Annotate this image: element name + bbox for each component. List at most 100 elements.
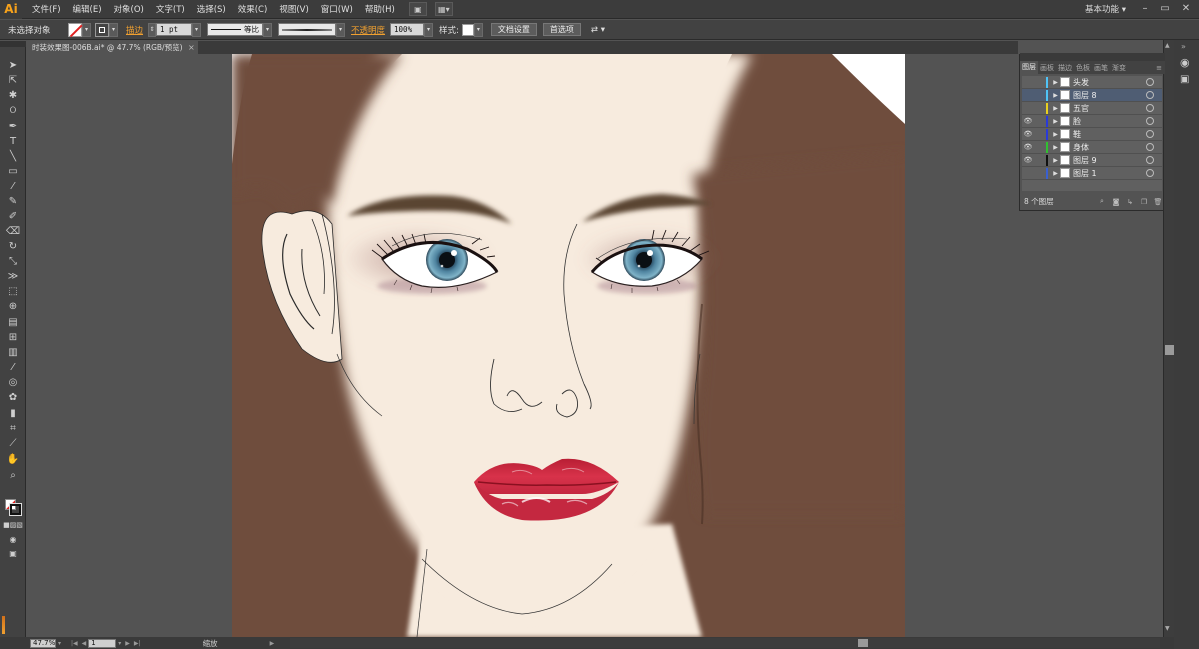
menu-item[interactable]: 窗口(W) (315, 3, 359, 15)
layer-row[interactable]: ▶ 头发 (1022, 76, 1162, 89)
fill-dropdown[interactable]: ▾ (82, 22, 91, 37)
next-artboard-icon[interactable]: ▶ (123, 640, 132, 647)
stroke-weight-stepper[interactable]: ⇕ (148, 22, 157, 37)
width-tool-icon[interactable]: ≫ (5, 270, 21, 283)
status-menu-icon[interactable]: ▶ (268, 640, 277, 647)
shape-builder-tool-icon[interactable]: ⊕ (5, 300, 21, 313)
document-tab[interactable]: 时装效果图-006B.ai* @ 47.7% (RGB/预览) × (26, 41, 198, 54)
arrange-documents-icon[interactable]: ▦▾ (434, 2, 453, 16)
stroke-color-box[interactable] (9, 503, 22, 516)
maximize-icon[interactable]: ▭ (1156, 2, 1174, 16)
layer-row[interactable]: 👁 ▶ 脸 (1022, 115, 1162, 128)
layer-row[interactable]: ▶ 图层 8 (1022, 89, 1162, 102)
expand-triangle-icon[interactable]: ▶ (1051, 157, 1060, 164)
layers-panel-header[interactable] (1020, 53, 1165, 61)
eraser-tool-icon[interactable]: ⌫ (5, 225, 21, 238)
stroke-weight-field[interactable]: 1 pt (156, 23, 193, 36)
menu-item[interactable]: 视图(V) (273, 3, 314, 15)
stroke-weight-dropdown[interactable]: ▾ (192, 22, 202, 37)
visibility-eye-icon[interactable]: 👁 (1022, 143, 1034, 151)
expand-triangle-icon[interactable]: ▶ (1051, 105, 1060, 112)
stroke-label[interactable]: 描边 (126, 24, 143, 36)
menu-item[interactable]: 效果(C) (232, 3, 274, 15)
pencil-tool-icon[interactable]: ✎ (5, 195, 21, 208)
artboard-dropdown-icon[interactable]: ▾ (116, 640, 123, 647)
lasso-tool-icon[interactable]: ଠ (5, 104, 21, 117)
opacity-dropdown[interactable]: ▾ (424, 22, 434, 37)
delete-layer-icon[interactable]: 🗑 (1151, 198, 1165, 206)
layer-name[interactable]: 身体 (1073, 142, 1146, 153)
workspace-switcher[interactable]: 基本功能 ▾ (1085, 3, 1126, 15)
blend-tool-icon[interactable]: ◎ (5, 376, 21, 389)
eyedropper-tool-icon[interactable]: ⁄ (5, 361, 21, 374)
mesh-tool-icon[interactable]: ⊞ (5, 331, 21, 344)
expand-triangle-icon[interactable]: ▶ (1051, 118, 1060, 125)
direct-selection-tool-icon[interactable]: ⇱ (5, 74, 21, 87)
paintbrush-tool-icon[interactable]: ⁄ (5, 180, 21, 193)
panel-tab[interactable]: 渐变 (1110, 63, 1128, 73)
preferences-button[interactable]: 首选项 (542, 23, 581, 36)
stroke-profile-field[interactable]: 等比 (207, 23, 264, 36)
rotate-tool-icon[interactable]: ↻ (5, 240, 21, 253)
target-circle-icon[interactable] (1146, 130, 1154, 138)
pen-tool-icon[interactable]: ✒ (5, 120, 21, 133)
locate-object-icon[interactable]: ⌕ (1095, 197, 1109, 206)
last-artboard-icon[interactable]: ▶| (132, 640, 143, 647)
visibility-eye-icon[interactable]: 👁 (1022, 156, 1034, 164)
vertical-scroll-thumb[interactable] (1165, 345, 1174, 355)
style-swatch[interactable] (461, 23, 474, 36)
draw-mode-icon[interactable]: ◉ (5, 533, 21, 546)
document-close-icon[interactable]: × (188, 41, 195, 54)
menu-item[interactable]: 文件(F) (26, 3, 67, 15)
stroke-dropdown[interactable]: ▾ (109, 22, 118, 37)
scroll-down-icon[interactable]: ▼ (1165, 625, 1170, 632)
document-setup-button[interactable]: 文档设置 (490, 23, 537, 36)
pasteboard[interactable] (26, 54, 1018, 637)
menu-item[interactable]: 编辑(E) (67, 3, 108, 15)
layer-row[interactable]: ▶ 五官 (1022, 102, 1162, 115)
visibility-eye-icon[interactable]: 👁 (1022, 117, 1034, 125)
layer-name[interactable]: 鞋 (1073, 129, 1146, 140)
zoom-dropdown-icon[interactable]: ▾ (56, 640, 63, 647)
target-circle-icon[interactable] (1146, 117, 1154, 125)
layer-name[interactable]: 脸 (1073, 116, 1146, 127)
fill-swatch[interactable] (68, 22, 82, 37)
target-circle-icon[interactable] (1146, 143, 1154, 151)
panel-tab[interactable]: 画笔 (1092, 63, 1110, 73)
minimize-icon[interactable]: – (1136, 2, 1154, 16)
layer-name[interactable]: 图层 8 (1073, 90, 1146, 101)
screen-mode-icon[interactable]: ▣ (5, 547, 21, 560)
color-mode-icons[interactable]: ■▨▧ (3, 518, 23, 531)
rectangle-tool-icon[interactable]: ▭ (5, 165, 21, 178)
menu-item[interactable]: 文字(T) (150, 3, 191, 15)
panel-tab[interactable]: 色板 (1074, 63, 1092, 73)
opacity-label[interactable]: 不透明度 (351, 24, 385, 36)
stroke-swatch[interactable] (95, 22, 109, 37)
line-tool-icon[interactable]: ╲ (5, 150, 21, 163)
menu-item[interactable]: 对象(O) (108, 3, 150, 15)
selection-tool-icon[interactable]: ➤ (5, 59, 21, 72)
bridge-icon[interactable]: ▣ (408, 2, 427, 16)
vertical-scrollbar[interactable]: ▲ ▼ (1163, 40, 1174, 637)
panel-tab[interactable]: 画板 (1038, 63, 1056, 73)
slice-tool-icon[interactable]: ⟋ (5, 437, 21, 450)
menu-item[interactable]: 帮助(H) (359, 3, 401, 15)
target-circle-icon[interactable] (1146, 91, 1154, 99)
target-circle-icon[interactable] (1146, 156, 1154, 164)
brush-definition-dropdown[interactable]: ▾ (336, 22, 346, 37)
layer-row[interactable]: ▶ 图层 1 (1022, 167, 1162, 180)
artboard-tool-icon[interactable]: ⌗ (5, 422, 21, 435)
horizontal-scrollbar[interactable] (290, 638, 1160, 648)
type-tool-icon[interactable]: T (5, 135, 21, 148)
expand-triangle-icon[interactable]: ▶ (1051, 170, 1060, 177)
expand-triangle-icon[interactable]: ▶ (1051, 144, 1060, 151)
opacity-field[interactable]: 100% (390, 23, 425, 36)
blob-brush-tool-icon[interactable]: ✐ (5, 210, 21, 223)
layer-name[interactable]: 图层 9 (1073, 155, 1146, 166)
new-sublayer-icon[interactable]: ↳ (1123, 198, 1137, 206)
expand-triangle-icon[interactable]: ▶ (1051, 92, 1060, 99)
appearance-panel-icon[interactable]: ◉ (1180, 56, 1190, 69)
scale-tool-icon[interactable]: ⤡ (5, 255, 21, 268)
symbol-sprayer-tool-icon[interactable]: ✿ (5, 391, 21, 404)
dock-collapse-icon[interactable]: » (1181, 42, 1186, 51)
